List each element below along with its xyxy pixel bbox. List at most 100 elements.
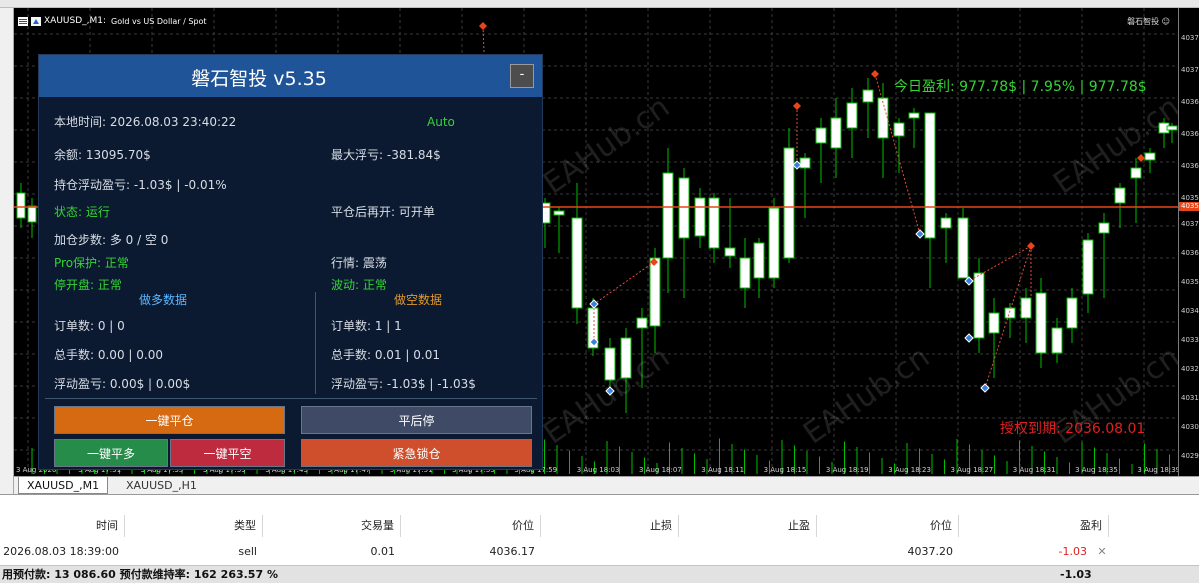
price-label: 4037 — [1181, 220, 1199, 228]
panel-title: 磐石智投 v5.35 — [191, 68, 327, 90]
chart-corner-label: 磐石智投 ☺ — [1127, 17, 1170, 26]
candle-body — [940, 217, 952, 229]
close-order-icon[interactable]: ✕ — [1095, 541, 1109, 563]
cell-profit: -1.03 — [1058, 545, 1087, 558]
col-take-profit[interactable]: 止盈 — [679, 515, 817, 537]
col-time[interactable]: 时间 — [0, 515, 125, 537]
market-label: 行情: 震荡 — [331, 256, 387, 270]
candle-body — [783, 147, 795, 259]
total-profit: -1.03 — [1060, 568, 1092, 581]
trade-link — [482, 25, 485, 54]
panel-separator — [45, 398, 537, 399]
candle-body — [957, 217, 969, 279]
cell-type: sell — [238, 545, 257, 558]
candle-body — [1130, 167, 1142, 179]
candle-body — [1114, 187, 1126, 204]
price-label: 4030 — [1181, 423, 1199, 431]
chart-tabs: XAUUSD_,M1 XAUUSD_,H1 — [14, 476, 1199, 494]
emergency-lock-button[interactable]: 紧急锁仓 — [301, 439, 532, 467]
candle-body — [27, 205, 37, 223]
balance: 余额: 13095.70$ — [54, 148, 151, 162]
sell-marker — [479, 22, 487, 30]
cell-open-price: 4036.17 — [489, 545, 536, 558]
price-label: 4033 — [1181, 336, 1199, 344]
candle-body — [924, 112, 936, 239]
price-label: 4037 — [1181, 34, 1199, 42]
candle-body — [678, 177, 690, 239]
short-data-title: 做空数据 — [394, 293, 443, 307]
col-type[interactable]: 类型 — [125, 515, 263, 537]
candle-body — [739, 257, 751, 289]
chart-symbol: XAUUSD_,M1: — [44, 16, 107, 26]
holding-pl: 持仓浮动盈亏: -1.03$ | -0.01% — [54, 178, 227, 192]
chart-description: Gold vs US Dollar / Spot — [111, 16, 207, 26]
candle-body — [893, 122, 905, 137]
time-axis-label: 3 Aug 18:39 — [1137, 466, 1178, 474]
time-axis-label: 3 Aug 18:07 — [639, 466, 682, 474]
sell-marker — [1027, 242, 1035, 250]
ea-icon — [31, 16, 41, 26]
candle-body — [724, 247, 736, 257]
buy-marker — [589, 299, 599, 309]
candle-body — [1004, 307, 1016, 319]
table-header: 时间 类型 交易量 价位 止损 止盈 价位 盈利 — [0, 515, 1199, 537]
chart-area[interactable]: XAUUSD_,M1: Gold vs US Dollar / Spot 磐石智… — [14, 8, 1178, 476]
price-label: 4036 — [1181, 249, 1199, 257]
tab-xauusd-h1[interactable]: XAUUSD_,H1 — [118, 477, 205, 494]
mode-label: Auto — [427, 115, 455, 129]
close-and-stop-button[interactable]: 平后停 — [301, 406, 532, 434]
time-axis-label: 3 Aug 18:19 — [825, 466, 869, 474]
cell-take-profit — [679, 541, 817, 563]
time-axis-label: 3 Aug 18:03 — [576, 466, 620, 474]
candle-body — [815, 127, 827, 144]
close-long-button[interactable]: 一键平多 — [54, 439, 168, 467]
candle-body — [662, 172, 674, 259]
buy-marker — [964, 333, 974, 343]
trade-link — [593, 261, 655, 305]
ea-panel: 磐石智投 v5.35 - 本地时间: 2026.08.03 23:40:22 A… — [38, 54, 543, 470]
candle-body — [1020, 297, 1032, 319]
table-row[interactable]: 2026.08.03 18:39:00 sell 0.01 4036.17 40… — [0, 541, 1199, 563]
chart-menu-icon[interactable] — [18, 16, 28, 26]
candle-body — [694, 197, 706, 237]
close-short-button[interactable]: 一键平空 — [170, 439, 285, 467]
time-axis-label: 3 Aug 18:35 — [1075, 466, 1118, 474]
candle-body — [1035, 292, 1047, 354]
stop-open: 停开盘: 正常 — [54, 278, 122, 292]
col-profit[interactable]: 盈利 — [959, 515, 1109, 537]
time-axis-label: 3 Aug 18:11 — [701, 466, 745, 474]
candle-body — [16, 192, 26, 219]
price-label: 4035 — [1181, 278, 1199, 286]
candle-body — [553, 210, 565, 216]
col-volume[interactable]: 交易量 — [263, 515, 401, 537]
candle-body — [908, 112, 920, 119]
time-axis-label: 3 Aug 18:31 — [1012, 466, 1056, 474]
candle-body — [862, 89, 874, 103]
price-label: 4035 — [1181, 194, 1199, 202]
margin-summary: 用预付款: 13 086.60 预付款维持率: 162 263.57 % — [2, 568, 278, 581]
toolbar-strip — [0, 0, 1199, 8]
sell-marker — [871, 70, 879, 78]
candle-body — [846, 102, 858, 129]
price-label: 4032 — [1181, 365, 1199, 373]
sell-marker — [793, 102, 801, 110]
candle-body — [753, 242, 765, 279]
minimize-button[interactable]: - — [510, 64, 534, 88]
col-stop-loss[interactable]: 止损 — [541, 515, 679, 537]
terminal-panel: 时间 类型 交易量 价位 止损 止盈 价位 盈利 2026.08.03 18:3… — [0, 494, 1199, 583]
long-data-title: 做多数据 — [139, 293, 188, 307]
account-summary: 用预付款: 13 086.60 预付款维持率: 162 263.57 % -1.… — [0, 565, 1199, 583]
today-profit-label: 今日盈利: 977.78$ | 7.95% | 977.78$ — [894, 79, 1147, 95]
price-label: 4036 — [1181, 162, 1199, 170]
panel-header[interactable]: 磐石智投 v5.35 - — [39, 55, 542, 97]
time-axis-label: 3 Aug 18:27 — [950, 466, 994, 474]
candle-body — [988, 312, 1000, 334]
col-open-price[interactable]: 价位 — [401, 515, 541, 537]
short-orders: 订单数: 1 | 1 — [331, 319, 402, 333]
trade-link — [968, 245, 1032, 282]
tab-xauusd-m1[interactable]: XAUUSD_,M1 — [18, 477, 109, 494]
col-price[interactable]: 价位 — [817, 515, 959, 537]
price-axis: 4037 4037 4036 4036 4036 4035 4037 4036 4035 4034… — [1178, 8, 1199, 476]
close-all-button[interactable]: 一键平仓 — [54, 406, 285, 434]
local-time: 本地时间: 2026.08.03 23:40:22 — [54, 115, 237, 129]
